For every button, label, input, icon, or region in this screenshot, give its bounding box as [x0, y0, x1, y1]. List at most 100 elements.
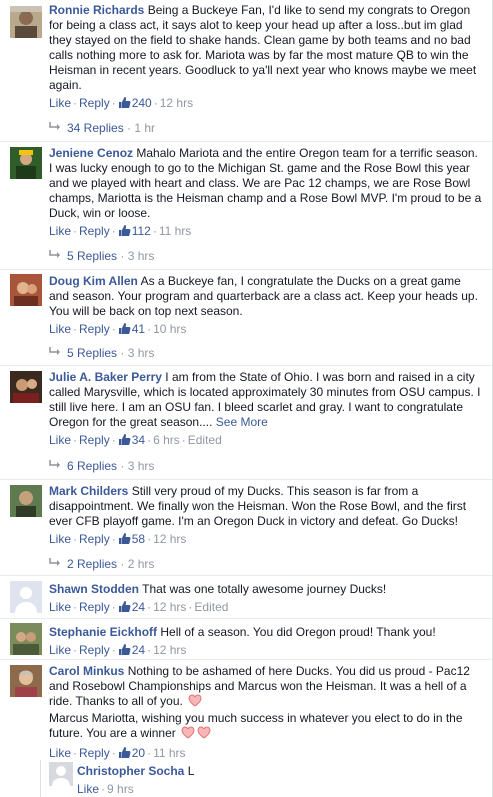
comment: Shawn Stodden That was one totally aweso…	[0, 576, 492, 619]
commenter-name[interactable]: Christopher Socha	[77, 764, 184, 778]
avatar[interactable]	[49, 762, 73, 786]
like-link[interactable]: Like	[49, 643, 71, 657]
replies-time: 3 hrs	[127, 459, 155, 473]
edited-label[interactable]: Edited	[194, 600, 228, 614]
avatar-image	[10, 147, 42, 179]
reply-arrow-icon	[49, 249, 61, 263]
reply-link[interactable]: Reply	[79, 322, 110, 336]
comment-time[interactable]: 12 hrs	[153, 532, 186, 546]
comment-text: Hell of a season. You did Oregon proud! …	[160, 625, 436, 639]
comment-body: Ronnie Richards Being a Buckeye Fan, I'd…	[49, 3, 484, 112]
comment-time[interactable]: 12 hrs	[160, 96, 193, 110]
thumbs-up-icon[interactable]	[118, 96, 131, 112]
comment-body: Jeniene Cenoz Mahalo Mariota and the ent…	[49, 146, 484, 240]
thumbs-up-icon[interactable]	[118, 433, 131, 449]
like-count[interactable]: 24	[132, 600, 145, 614]
comment-actions: Like · Reply · 58 · 12 hrs	[49, 532, 187, 548]
avatar[interactable]	[10, 665, 42, 697]
avatar-image	[10, 485, 42, 517]
default-avatar-icon	[10, 581, 42, 613]
comment-time[interactable]: 6 hrs	[153, 433, 180, 447]
edited-label[interactable]: Edited	[188, 433, 222, 447]
reply-link[interactable]: Reply	[79, 433, 110, 447]
thumbs-up-icon[interactable]	[118, 643, 131, 659]
like-link[interactable]: Like	[49, 96, 71, 110]
comment-time[interactable]: 12 hrs	[153, 600, 186, 614]
avatar-image	[10, 371, 42, 403]
reply-link[interactable]: Reply	[79, 96, 110, 110]
reply-link[interactable]: Reply	[79, 224, 110, 238]
like-count[interactable]: 240	[132, 96, 152, 110]
thumbs-up-icon[interactable]	[118, 532, 131, 548]
replies-time: 3 hrs	[127, 346, 155, 360]
view-replies-link[interactable]: 5 Replies · 3 hrs	[49, 249, 154, 263]
commenter-name[interactable]: Stephanie Eickhoff	[49, 625, 157, 639]
commenter-name[interactable]: Mark Childers	[49, 484, 128, 498]
reply-body: Christopher Socha L Like · 9 hrs	[77, 764, 484, 796]
like-link[interactable]: Like	[77, 782, 99, 796]
commenter-name[interactable]: Jeniene Cenoz	[49, 146, 133, 160]
see-more-link[interactable]: See More	[216, 415, 268, 429]
replies-count[interactable]: 6 Replies	[67, 459, 117, 473]
avatar[interactable]	[10, 274, 42, 306]
like-count[interactable]: 41	[132, 322, 145, 336]
like-count[interactable]: 24	[132, 643, 145, 657]
avatar[interactable]	[10, 485, 42, 517]
like-link[interactable]: Like	[49, 600, 71, 614]
avatar-image	[10, 623, 42, 655]
comment-actions: Like · Reply · 34 · 6 hrs · Edited	[49, 433, 222, 449]
replies-count[interactable]: 5 Replies	[67, 346, 117, 360]
commenter-name[interactable]: Doug Kim Allen	[49, 274, 138, 288]
view-replies-link[interactable]: 6 Replies · 3 hrs	[49, 459, 154, 473]
view-replies-link[interactable]: 34 Replies · 1 hr	[49, 121, 155, 135]
commenter-name[interactable]: Ronnie Richards	[49, 3, 144, 17]
avatar[interactable]	[10, 147, 42, 179]
view-replies-link[interactable]: 2 Replies · 2 hrs	[49, 557, 154, 571]
comment-time[interactable]: 9 hrs	[107, 782, 134, 796]
avatar[interactable]	[10, 581, 42, 613]
comment: Doug Kim Allen As a Buckeye fan, I congr…	[0, 270, 492, 366]
reply-link[interactable]: Reply	[79, 600, 110, 614]
thumbs-up-icon[interactable]	[118, 322, 131, 338]
comment-actions: Like · 9 hrs	[77, 782, 134, 796]
like-link[interactable]: Like	[49, 746, 71, 760]
reply-link[interactable]: Reply	[79, 532, 110, 546]
replies-count[interactable]: 34 Replies	[67, 121, 124, 135]
replies-time: 2 hrs	[127, 557, 155, 571]
avatar[interactable]	[10, 6, 42, 38]
avatar-image	[10, 274, 42, 306]
like-link[interactable]: Like	[49, 224, 71, 238]
commenter-name[interactable]: Carol Minkus	[49, 664, 124, 678]
like-count[interactable]: 20	[132, 746, 145, 760]
like-count[interactable]: 112	[132, 224, 151, 238]
comment-body: Julie A. Baker Perry I am from the State…	[49, 370, 484, 449]
avatar[interactable]	[10, 623, 42, 655]
like-link[interactable]: Like	[49, 532, 71, 546]
reply-link[interactable]: Reply	[79, 746, 110, 760]
reply-link[interactable]: Reply	[79, 643, 110, 657]
like-link[interactable]: Like	[49, 433, 71, 447]
replies-count[interactable]: 5 Replies	[67, 249, 117, 263]
comment-text: L	[187, 764, 195, 778]
comment-time[interactable]: 11 hrs	[159, 224, 191, 238]
thumbs-up-icon[interactable]	[118, 600, 131, 616]
avatar-image	[10, 6, 42, 38]
commenter-name[interactable]: Julie A. Baker Perry	[49, 370, 162, 384]
comment-text: That was one totally awesome journey Duc…	[142, 582, 387, 596]
like-count[interactable]: 34	[132, 433, 145, 447]
like-link[interactable]: Like	[49, 322, 71, 336]
comment: Ronnie Richards Being a Buckeye Fan, I'd…	[0, 0, 492, 142]
comment-time[interactable]: 12 hrs	[153, 643, 186, 657]
replies-count[interactable]: 2 Replies	[67, 557, 117, 571]
comment-time[interactable]: 10 hrs	[153, 322, 186, 336]
comment-time[interactable]: 11 hrs	[153, 746, 185, 760]
commenter-name[interactable]: Shawn Stodden	[49, 582, 139, 596]
comment-actions: Like · Reply · 24 · 12 hrs	[49, 643, 187, 659]
like-count[interactable]: 58	[132, 532, 145, 546]
comment-actions: Like · Reply · 112 · 11 hrs	[49, 224, 192, 240]
reply-arrow-icon	[49, 557, 61, 571]
comment-body: Stephanie Eickhoff Hell of a season. You…	[49, 625, 484, 659]
thumbs-up-icon[interactable]	[118, 224, 131, 240]
avatar[interactable]	[10, 371, 42, 403]
view-replies-link[interactable]: 5 Replies · 3 hrs	[49, 346, 154, 360]
